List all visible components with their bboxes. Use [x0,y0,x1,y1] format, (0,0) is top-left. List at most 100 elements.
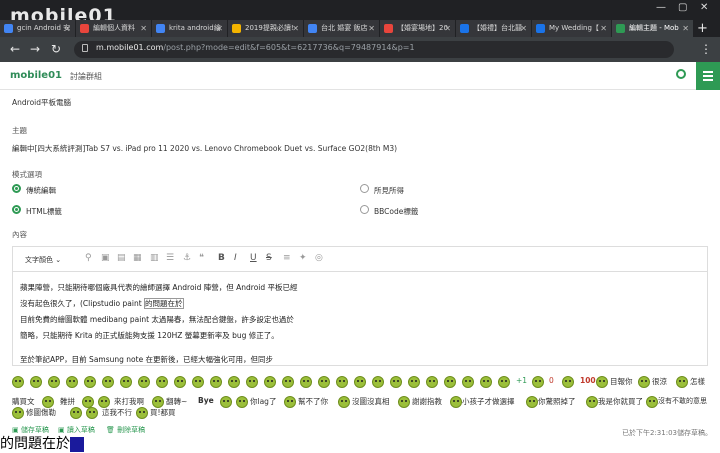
close-tab-icon[interactable]: ✕ [140,20,147,37]
emoticon-would-buy[interactable]: 我是你就買了 [598,396,643,407]
emoticon[interactable] [372,376,384,388]
video-icon[interactable]: ▦ [133,253,142,263]
emoticon[interactable] [526,396,538,408]
emoticon[interactable] [12,407,24,419]
emoticon[interactable] [264,376,276,388]
site-logo[interactable]: mobile01 [10,70,62,81]
content-editor[interactable]: 蘋果陣營，只能期待哪個廠具代表的繪師選擇 Android 陣營，但 Androi… [12,271,708,366]
italic-icon[interactable]: I [234,253,237,263]
emoticon[interactable] [408,376,420,388]
anchor-icon[interactable]: ⚓ [183,253,191,263]
emoticon-no-pic[interactable]: 沒圖沒真相 [352,396,390,407]
emoticon[interactable] [138,376,150,388]
emoticon[interactable] [398,396,410,408]
radio-wysiwyg[interactable] [360,184,369,193]
emoticon[interactable] [48,376,60,388]
emoticon-plus1[interactable]: +1 [516,376,527,385]
close-tab-icon[interactable]: ✕ [368,20,375,37]
emoticon-dropped[interactable]: 你驚照掉了 [538,396,576,407]
emoticon[interactable] [102,376,114,388]
emoticon-cool[interactable]: 很涼 [652,376,667,387]
emoticon[interactable] [318,376,330,388]
emoticon[interactable] [136,407,148,419]
strike-icon[interactable]: S [266,253,272,263]
close-tab-icon[interactable]: ✕ [64,20,71,37]
emoticon-bye[interactable]: Bye [198,396,214,405]
emoticon-what[interactable]: 怎樣 [690,376,705,387]
delete-draft-button[interactable]: 🗑 刪除草稿 [106,425,145,435]
emoticon-thanks[interactable]: 謝謝指教 [412,396,442,407]
close-tab-icon[interactable]: ✕ [520,20,527,37]
emoticon[interactable] [174,376,186,388]
reload-icon[interactable]: ↻ [51,42,61,56]
emoticon-lag[interactable]: 你lag了 [250,396,276,407]
emoticon-cant[interactable]: 這我不行 [102,407,132,418]
emoticon[interactable] [338,396,350,408]
tab-my-wedding[interactable]: My Wedding【 ✕ [532,20,612,37]
emoticon[interactable] [156,376,168,388]
emoticon-no-offense[interactable]: 沒有不敢的意思 [658,396,707,406]
search-icon[interactable] [676,69,686,79]
emoticon-choose[interactable]: 小孩子才做選擇 [462,396,515,407]
emoticon[interactable] [562,376,574,388]
text-color-select[interactable]: 文字顏色 ⌄ [25,255,61,265]
emoticon[interactable] [426,376,438,388]
close-tab-icon[interactable]: ✕ [292,20,299,37]
emoticon[interactable] [532,376,544,388]
emoticon-cant-help[interactable]: 幫不了你 [298,396,328,407]
hr-icon[interactable]: ☰ [166,253,174,263]
emoticon-100[interactable]: 100 [580,376,596,385]
tab-edit-profile[interactable]: 編輯個人資料 ✕ [76,20,152,37]
emoticon[interactable] [336,376,348,388]
tab-gcin[interactable]: gcin Android 安 ✕ [0,20,76,37]
emoticon-buy-post[interactable]: 購買文 [12,396,35,407]
emoticon[interactable] [192,376,204,388]
tab-krita[interactable]: krita android繪 ✕ [152,20,228,37]
twitter-icon[interactable]: ✦ [299,253,307,263]
link-icon[interactable]: ⚲ [85,253,92,263]
close-tab-icon[interactable]: ✕ [682,20,689,37]
emoticon[interactable] [12,376,24,388]
forum-link[interactable]: 討論群組 [70,71,102,82]
emoticon[interactable] [676,376,688,388]
emoticon[interactable] [210,376,222,388]
radio-bbcode[interactable] [360,205,369,214]
emoticon[interactable] [450,396,462,408]
forward-icon[interactable]: → [30,42,40,56]
maximize-icon[interactable]: ▢ [678,2,687,13]
emoticon[interactable] [462,376,474,388]
emoticon[interactable] [596,376,608,388]
back-icon[interactable]: ← [10,42,20,56]
tab-taipei-wedding[interactable]: 台北 婚宴 飯店 ✕ [304,20,380,37]
tab-wedding[interactable]: 【婚禮】台北囍 ✕ [456,20,532,37]
minimize-icon[interactable]: — [656,2,666,13]
browser-menu-icon[interactable]: ⋮ [700,42,712,56]
emoticon[interactable] [30,376,42,388]
quote-icon[interactable]: ❝ [199,253,204,263]
emoticon-retouch[interactable]: 修圖傷勒 [26,407,56,418]
emoticon-report[interactable]: 目報你 [610,376,633,387]
emoticon[interactable] [646,396,658,408]
radio-traditional[interactable] [12,184,21,193]
emoticon-zero[interactable]: 0 [549,376,554,385]
emoticon[interactable] [120,376,132,388]
image-icon[interactable]: ▣ [101,253,110,263]
hamburger-menu-button[interactable] [696,62,720,90]
emoticon[interactable] [228,376,240,388]
subject-field[interactable]: 編輯中[四大系統評測]Tab S7 vs. iPad pro 11 2020 v… [12,143,397,154]
emoticon[interactable] [300,376,312,388]
emoticon-hit-me[interactable]: 來打我啊 [114,396,144,407]
emoticon[interactable] [66,376,78,388]
emoticon[interactable] [638,376,650,388]
emoticon[interactable] [246,376,258,388]
emoticon[interactable] [444,376,456,388]
underline-icon[interactable]: U [250,253,257,263]
emoticon[interactable] [84,376,96,388]
emoticon[interactable] [480,376,492,388]
close-tab-icon[interactable]: ✕ [444,20,451,37]
emoticon[interactable] [282,376,294,388]
new-tab-icon[interactable]: + [697,20,708,37]
tab-edit-topic[interactable]: 編輯主題 - Mob ✕ [612,20,694,37]
url-field[interactable]: m.mobile01.com/post.php?mode=edit&f=605&… [74,41,674,58]
table-icon[interactable]: ▥ [150,253,159,263]
